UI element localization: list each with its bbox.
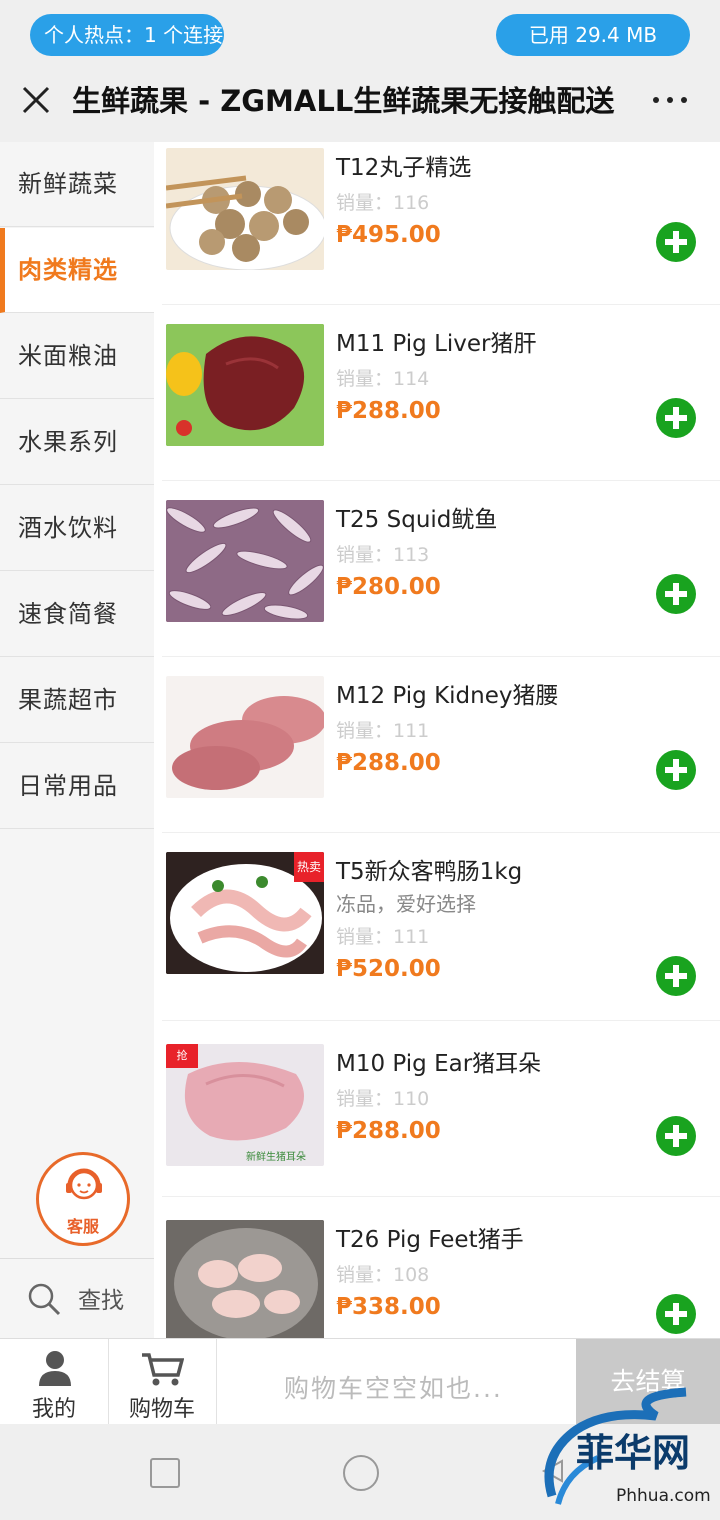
add-to-cart-icon[interactable] [656,956,696,996]
watermark-text: 菲华网 [576,1431,691,1475]
add-to-cart-icon[interactable] [656,574,696,614]
sidebar-item-fruit[interactable]: 水果系列 [0,400,154,485]
product-price: ₱338.00 [336,1294,441,1320]
watermark-url: Phhua.com [616,1486,711,1506]
product-sales: 销量：110 [336,1088,430,1110]
product-name: T12丸子精选 [336,155,472,181]
product-image [166,676,324,798]
product-sales: 销量：108 [336,1264,430,1286]
top-bar: 个人热点：1 个连接 已用 29.4 MB 生鲜蔬果 - ZGMALL生鲜蔬果无… [0,0,720,143]
product-image: 热卖 [166,852,324,974]
product-sales: 销量：111 [336,926,430,948]
add-to-cart-icon[interactable] [656,750,696,790]
list-item[interactable]: M12 Pig Kidney猪腰 销量：111 ₱288.00 [162,656,720,833]
product-price: ₱288.00 [336,398,441,424]
cart-icon [142,1353,184,1386]
add-to-cart-icon[interactable] [656,1116,696,1156]
sidebar-item-supermarket[interactable]: 果蔬超市 [0,658,154,743]
image-caption: 新鲜生猪耳朵 [246,1152,306,1163]
search-icon [28,1283,61,1316]
list-item[interactable]: 抢 新鲜生猪耳朵 M10 Pig Ear猪耳朵 销量：110 ₱288.00 [162,1020,720,1197]
add-to-cart-icon[interactable] [656,222,696,262]
sidebar-item-daily-goods[interactable]: 日常用品 [0,744,154,829]
product-image: 抢 新鲜生猪耳朵 [166,1044,324,1166]
product-image [166,500,324,622]
sidebar-item-grain-oil[interactable]: 米面粮油 [0,314,154,399]
product-image [166,324,324,446]
product-sales: 销量：116 [336,192,430,214]
product-price: ₱495.00 [336,222,441,248]
customer-service-label: 客服 [66,1217,99,1236]
list-item[interactable]: 热卖 T5新众客鸭肠1kg 冻品，爱好选择 销量：111 ₱520.00 [162,832,720,1021]
grab-badge: 抢 [166,1044,198,1068]
product-description: 冻品，爱好选择 [336,892,476,916]
sidebar-item-fresh-vegetables[interactable]: 新鲜蔬菜 [0,142,154,227]
add-to-cart-icon[interactable] [656,1294,696,1334]
add-to-cart-icon[interactable] [656,398,696,438]
product-sales: 销量：111 [336,720,430,742]
product-sales: 销量：113 [336,544,430,566]
home-icon[interactable] [343,1455,379,1491]
page-title: 生鲜蔬果 - ZGMALL生鲜蔬果无接触配送 [72,84,615,118]
sidebar-item-drinks[interactable]: 酒水饮料 [0,486,154,571]
user-icon [39,1351,71,1386]
list-item[interactable]: T25 Squid鱿鱼 销量：113 ₱280.00 [162,480,720,657]
product-name: T26 Pig Feet猪手 [336,1227,524,1253]
product-name: M10 Pig Ear猪耳朵 [336,1051,542,1077]
list-item[interactable]: T12丸子精选 销量：116 ₱495.00 [162,142,720,305]
more-icon[interactable] [650,84,690,116]
search-button[interactable]: 查找 [0,1258,154,1339]
product-name: T25 Squid鱿鱼 [336,507,498,533]
product-price: ₱520.00 [336,956,441,982]
data-usage-status[interactable]: 已用 29.4 MB [496,14,690,56]
product-image [166,1220,324,1338]
product-name: M12 Pig Kidney猪腰 [336,683,559,709]
cart-label: 购物车 [128,1397,195,1422]
hotspot-status[interactable]: 个人热点：1 个连接 [30,14,224,56]
cart-empty-text: 购物车空空如也... [284,1374,503,1403]
list-item[interactable]: M11 Pig Liver猪肝 销量：114 ₱288.00 [162,304,720,481]
product-name: T5新众客鸭肠1kg [336,859,523,885]
customer-service-button[interactable]: 客服 [36,1152,130,1246]
search-label: 查找 [78,1288,124,1314]
agent-headset-icon [66,1168,102,1200]
recent-apps-icon[interactable] [150,1458,180,1488]
product-price: ₱288.00 [336,1118,441,1144]
close-icon[interactable] [20,84,52,116]
cart-button[interactable]: 购物车 [108,1339,217,1425]
product-name: M11 Pig Liver猪肝 [336,331,537,357]
my-account-button[interactable]: 我的 [0,1339,109,1425]
product-image [166,148,324,270]
product-price: ₱280.00 [336,574,441,600]
product-list: T12丸子精选 销量：116 ₱495.00 M11 Pig Liver猪肝 销… [154,142,720,1338]
sidebar-item-fast-food[interactable]: 速食简餐 [0,572,154,657]
product-price: ₱288.00 [336,750,441,776]
product-sales: 销量：114 [336,368,430,390]
sidebar-item-meat[interactable]: 肉类精选 [0,228,154,313]
list-item[interactable]: T26 Pig Feet猪手 销量：108 ₱338.00 [162,1196,720,1338]
hot-badge: 热卖 [294,852,324,882]
my-account-label: 我的 [31,1397,76,1422]
